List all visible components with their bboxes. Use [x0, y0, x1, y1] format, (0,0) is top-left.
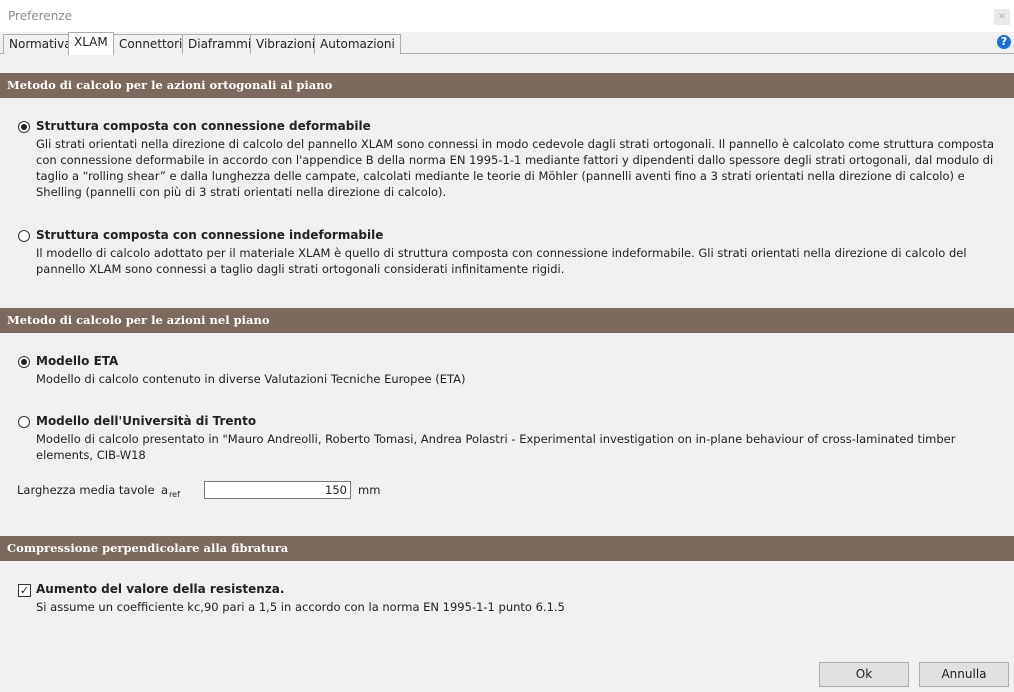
option-trento-title: Modello dell'Università di Trento: [36, 414, 257, 428]
section-header-orthogonal: Metodo di calcolo per le azioni ortogona…: [0, 73, 1014, 98]
tab-normativa[interactable]: Normativa: [3, 34, 78, 54]
option-indeformable-title: Struttura composta con connessione indef…: [36, 228, 384, 242]
option-deformable[interactable]: Struttura composta con connessione defor…: [18, 119, 998, 199]
board-width-unit: mm: [358, 483, 381, 497]
title-bar: Preferenze ×: [0, 0, 1014, 32]
option-trento-description: Modello di calcolo presentato in "Mauro …: [36, 432, 956, 462]
section-header-compression: Compressione perpendicolare alla fibratu…: [0, 536, 1014, 561]
tab-strip: Normativa XLAM Connettori Diaframmi Vibr…: [0, 32, 1014, 55]
board-width-label: Larghezza media tavole: [17, 483, 155, 497]
section-header-inplane: Metodo di calcolo per le azioni nel pian…: [0, 308, 1014, 333]
option-deformable-description: Gli strati orientati nella direzione di …: [36, 137, 995, 199]
board-width-symbol: aref: [161, 483, 180, 499]
option-indeformable[interactable]: Struttura composta con connessione indef…: [18, 228, 998, 278]
checkbox-resistance-increase[interactable]: ✓: [18, 584, 31, 597]
tab-automazioni[interactable]: Automazioni: [314, 34, 401, 54]
tab-xlam[interactable]: XLAM: [68, 32, 114, 55]
window-title: Preferenze: [8, 9, 73, 23]
help-icon[interactable]: ?: [997, 35, 1011, 49]
symbol-main: a: [161, 483, 169, 497]
option-eta-title: Modello ETA: [36, 354, 119, 368]
radio-indeformable[interactable]: [18, 230, 30, 242]
ok-button[interactable]: Ok: [819, 662, 909, 687]
option-eta[interactable]: Modello ETA Modello di calcolo contenuto…: [18, 354, 998, 388]
option-resistance-title: Aumento del valore della resistenza.: [36, 582, 285, 596]
radio-deformable[interactable]: [18, 121, 30, 133]
option-trento[interactable]: Modello dell'Università di Trento Modell…: [18, 414, 998, 462]
close-icon[interactable]: ×: [994, 9, 1010, 25]
tab-connettori[interactable]: Connettori: [113, 34, 189, 54]
option-deformable-title: Struttura composta con connessione defor…: [36, 119, 371, 133]
tab-vibrazioni[interactable]: Vibrazioni: [250, 34, 322, 54]
radio-eta[interactable]: [18, 356, 30, 368]
tab-diaframmi[interactable]: Diaframmi: [182, 34, 258, 54]
option-eta-description: Modello di calcolo contenuto in diverse …: [36, 372, 466, 386]
cancel-button[interactable]: Annulla: [919, 662, 1009, 687]
option-resistance-description: Si assume un coefficiente kc,90 pari a 1…: [36, 600, 565, 614]
option-resistance-increase[interactable]: ✓ Aumento del valore della resistenza. S…: [18, 582, 998, 616]
board-width-input[interactable]: [204, 481, 351, 499]
option-indeformable-description: Il modello di calcolo adottato per il ma…: [36, 246, 967, 276]
symbol-subscript: ref: [169, 490, 180, 499]
radio-trento[interactable]: [18, 416, 30, 428]
